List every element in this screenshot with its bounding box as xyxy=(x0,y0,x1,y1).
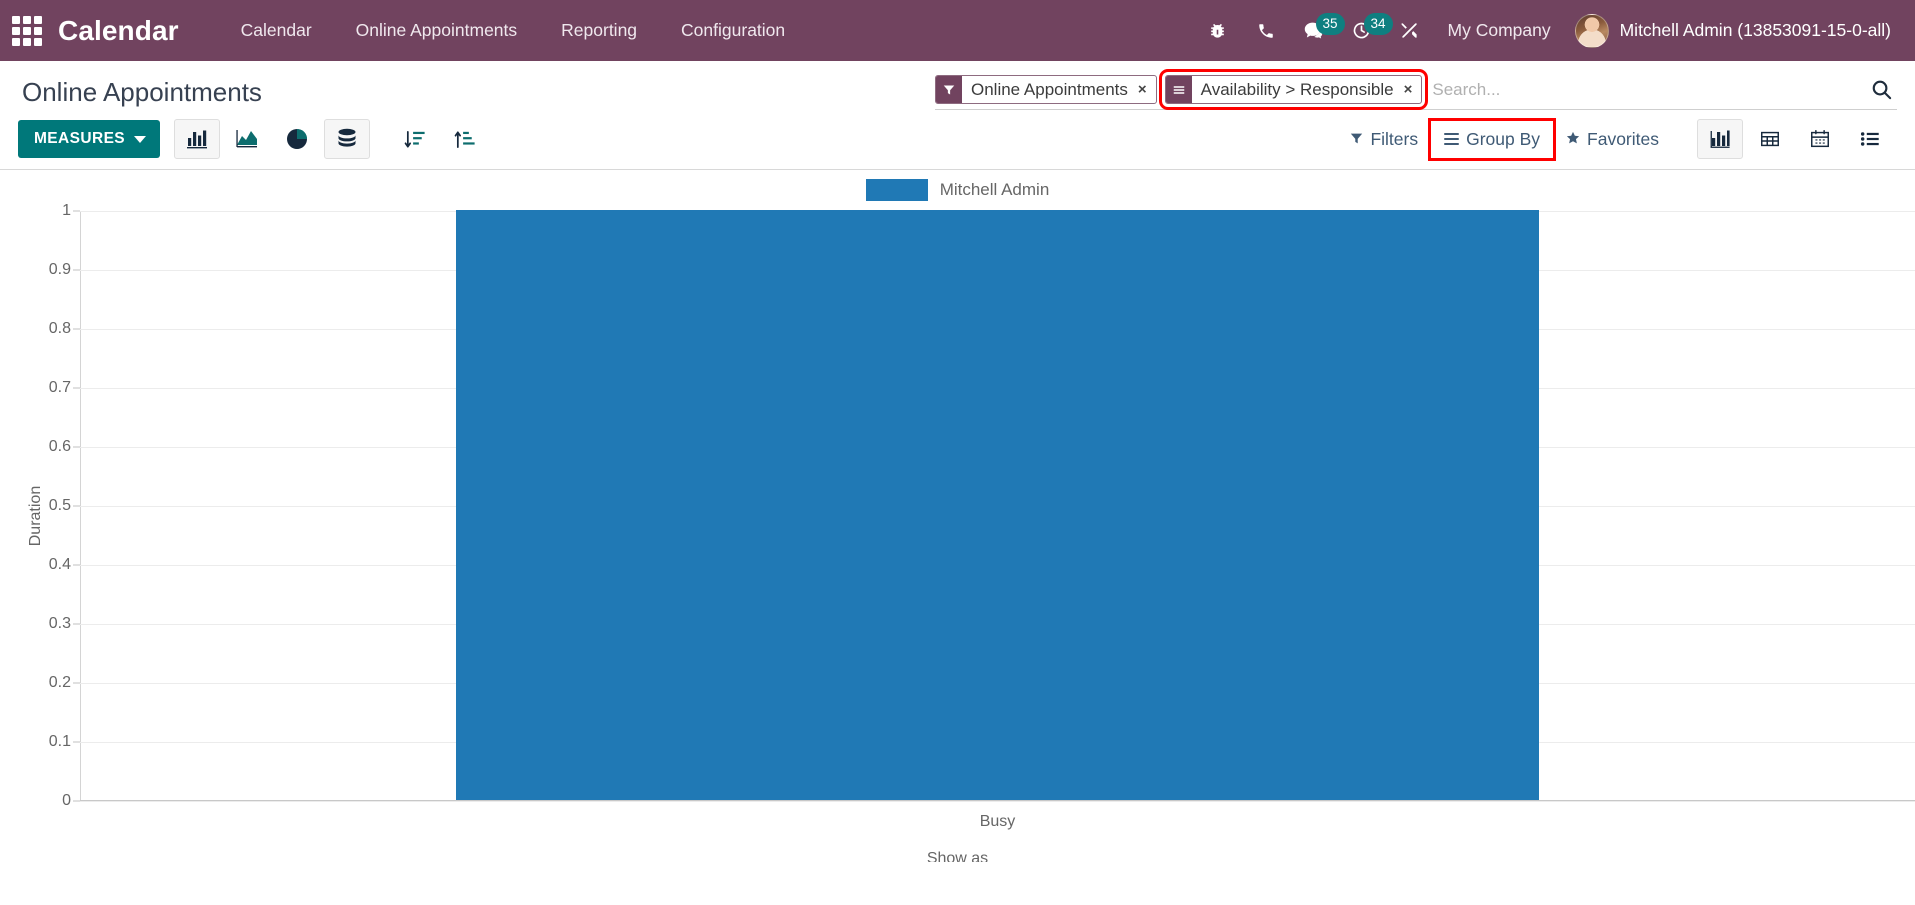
bar-chart-button[interactable] xyxy=(174,119,221,159)
search-facet-online-appointments[interactable]: Online Appointments × xyxy=(935,75,1157,104)
y-tick-mark xyxy=(73,505,80,507)
messages-icon[interactable]: 35 xyxy=(1292,11,1345,51)
search-facet-remove[interactable]: × xyxy=(1402,76,1422,103)
chart-legend[interactable]: Mitchell Admin xyxy=(0,179,1915,201)
search-facet-remove[interactable]: × xyxy=(1136,76,1156,103)
control-panel-bottom: MEASURES Filters Group By Favorites xyxy=(0,113,1915,169)
pie-chart-button[interactable] xyxy=(274,119,320,159)
legend-swatch-mitchell-admin xyxy=(865,179,928,201)
y-tick-label: 0.5 xyxy=(48,497,71,514)
measures-button[interactable]: MEASURES xyxy=(18,120,161,158)
sort-ascending-button[interactable] xyxy=(442,119,488,159)
filter-funnel-icon xyxy=(1350,129,1363,150)
search-facet-label: Online Appointments xyxy=(971,79,1128,99)
measures-button-label: MEASURES xyxy=(34,130,126,147)
nav-menu-configuration[interactable]: Configuration xyxy=(659,12,807,49)
control-panel-top: Online Appointments Online Appointments … xyxy=(0,61,1915,113)
stacked-button[interactable] xyxy=(324,119,371,159)
favorites-menu[interactable]: Favorites xyxy=(1554,122,1671,157)
y-tick-mark xyxy=(73,741,80,743)
plot-area: 0 0.1 0.2 0.3 0.4 0.5 0.6 0.7 0.8 0.9 1 xyxy=(49,202,1915,809)
nav-menu-calendar[interactable]: Calendar xyxy=(219,12,334,49)
pivot-view-button[interactable] xyxy=(1747,119,1793,159)
search-facet-label: Availability > Responsible xyxy=(1200,79,1394,99)
y-tick-mark xyxy=(73,328,80,330)
y-tick-label: 0.3 xyxy=(48,615,71,632)
activities-clock-icon[interactable]: 34 xyxy=(1340,11,1393,51)
search-dropdown-menus: Filters Group By Favorites xyxy=(1338,117,1671,161)
y-tick-mark xyxy=(73,210,80,212)
y-tick-mark xyxy=(73,387,80,389)
nav-menu-reporting[interactable]: Reporting xyxy=(539,12,659,49)
group-by-menu[interactable]: Group By xyxy=(1428,117,1557,161)
y-tick-label: 1 xyxy=(62,202,71,219)
y-tick-mark xyxy=(73,269,80,271)
sort-descending-button[interactable] xyxy=(392,119,438,159)
search-view: Online Appointments × Availability > Res… xyxy=(935,69,1897,110)
y-tick-mark xyxy=(73,623,80,625)
filters-menu[interactable]: Filters xyxy=(1338,122,1430,157)
hamburger-icon xyxy=(1444,130,1460,148)
y-tick-label: 0.8 xyxy=(48,320,71,337)
control-panel: Online Appointments Online Appointments … xyxy=(0,61,1915,170)
company-selector[interactable]: My Company xyxy=(1432,12,1567,49)
favorites-menu-label: Favorites xyxy=(1587,128,1659,149)
apps-grid-icon[interactable] xyxy=(10,14,44,48)
chart-bar[interactable] xyxy=(456,210,1539,800)
view-switcher xyxy=(1697,119,1897,159)
phone-icon[interactable] xyxy=(1244,11,1288,51)
y-tick-label: 0.4 xyxy=(48,556,71,573)
y-tick-label: 0.2 xyxy=(48,674,71,691)
user-menu[interactable]: Mitchell Admin (13853091-15-0-all) xyxy=(1567,10,1901,52)
search-facets: Online Appointments × Availability > Res… xyxy=(935,69,1429,110)
filter-funnel-icon xyxy=(936,76,962,103)
y-tick-label: 0.9 xyxy=(48,261,71,278)
y-tick-label: 0.1 xyxy=(48,733,71,750)
app-brand-calendar[interactable]: Calendar xyxy=(58,15,179,47)
magnifier-icon[interactable] xyxy=(1860,78,1897,101)
graph-view: Mitchell Admin Duration 0 0.1 0.2 0.3 0.4 0.5… xyxy=(0,170,1915,862)
user-name: Mitchell Admin (13853091-15-0-all) xyxy=(1619,20,1891,40)
y-tick-mark xyxy=(73,800,80,802)
bug-icon[interactable] xyxy=(1196,11,1240,51)
grid-line xyxy=(80,801,1915,802)
search-input[interactable] xyxy=(1422,77,1860,102)
group-by-bars-icon xyxy=(1165,76,1192,103)
tools-icon[interactable] xyxy=(1388,11,1432,51)
top-navbar: Calendar Calendar Online Appointments Re… xyxy=(0,0,1915,61)
graph-view-button[interactable] xyxy=(1697,119,1743,159)
filters-menu-label: Filters xyxy=(1370,128,1419,149)
x-tick-label: Busy xyxy=(979,813,1016,830)
y-tick-label: 0.6 xyxy=(48,438,71,455)
nav-menu-online-appointments[interactable]: Online Appointments xyxy=(334,12,540,49)
list-view-button[interactable] xyxy=(1847,119,1893,159)
y-tick-label: 0.7 xyxy=(48,379,71,396)
x-axis-label: Show as xyxy=(926,850,989,862)
y-tick-mark xyxy=(73,446,80,448)
avatar xyxy=(1574,13,1609,48)
systray: 35 34 xyxy=(1196,11,1432,51)
y-axis-label: Duration xyxy=(27,485,45,547)
search-facet-availability-responsible[interactable]: Availability > Responsible × xyxy=(1158,69,1429,110)
star-icon xyxy=(1566,129,1580,150)
legend-label-mitchell-admin: Mitchell Admin xyxy=(939,180,1050,199)
group-by-menu-label: Group By xyxy=(1466,128,1541,149)
y-tick-mark xyxy=(73,564,80,566)
y-tick-label: 0 xyxy=(62,792,71,809)
chevron-down-icon xyxy=(134,135,147,143)
y-tick-mark xyxy=(73,682,80,684)
breadcrumb: Online Appointments xyxy=(22,77,262,107)
calendar-view-button[interactable] xyxy=(1797,119,1843,159)
line-chart-button[interactable] xyxy=(224,119,270,159)
